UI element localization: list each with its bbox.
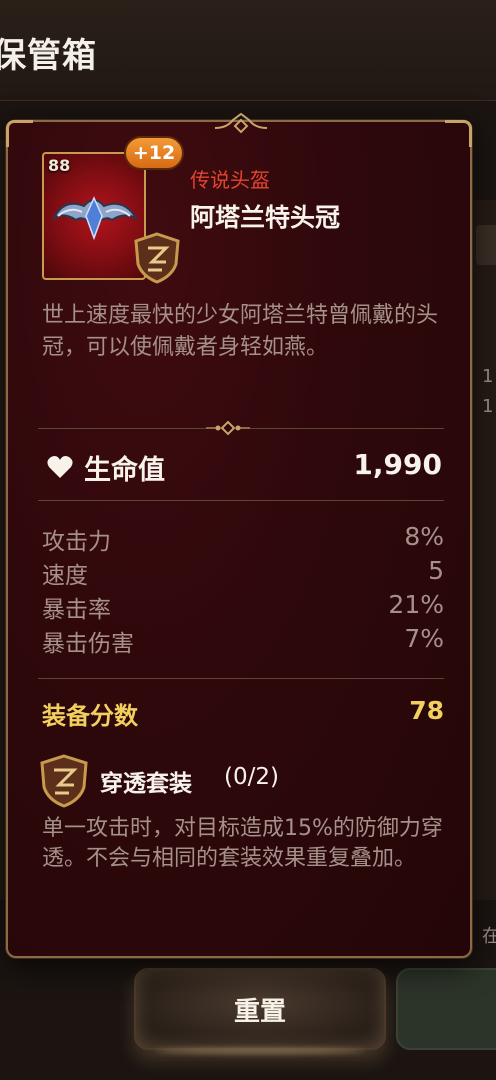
penetration-set-small-icon	[134, 232, 180, 284]
right-tab[interactable]	[476, 225, 496, 265]
gear-score-label: 装备分数	[42, 702, 138, 730]
sub-stats-list: 攻击力 8% 速度 5 暴击率 21% 暴击伤害 7%	[42, 522, 444, 658]
gear-score-row: 装备分数 78	[42, 696, 444, 732]
penetration-set-icon	[40, 754, 88, 808]
sub-stat-row: 速度 5	[42, 556, 444, 590]
corner-ornament	[445, 120, 472, 147]
heart-icon	[47, 456, 73, 478]
sub-stat-row: 攻击力 8%	[42, 522, 444, 556]
sub-stat-value: 21%	[388, 590, 444, 619]
gear-score-value: 78	[409, 696, 444, 725]
right-edge-text: 在	[482, 926, 496, 947]
sub-stat-row: 暴击伤害 7%	[42, 624, 444, 658]
top-ornament-icon	[214, 112, 268, 134]
sub-stat-label: 暴击率	[42, 597, 111, 623]
main-stat-label: 生命值	[84, 455, 165, 486]
sub-stat-row: 暴击率 21%	[42, 590, 444, 624]
storage-title: 保管箱	[0, 36, 97, 76]
item-description: 世上速度最快的少女阿塔兰特曾佩戴的头冠，可以使佩戴者身轻如燕。	[42, 303, 439, 360]
sub-stat-label: 速度	[42, 563, 88, 589]
enhancement-badge: +12	[124, 136, 184, 170]
set-effect-row: 穿透套装 (0/2)	[38, 754, 440, 808]
corner-ornament	[6, 120, 33, 147]
set-description: 单一攻击时，对目标造成15%的防御力穿透。不会与相同的套装效果重复叠加。	[42, 816, 443, 871]
reset-button[interactable]: 重置	[134, 968, 386, 1050]
main-stat-row: 生命值 1,990	[42, 446, 442, 486]
sub-stat-value: 7%	[404, 624, 444, 653]
right-edge-text: 1	[482, 366, 494, 387]
secondary-button[interactable]	[396, 968, 496, 1050]
reset-button-label: 重置	[233, 996, 286, 1027]
right-edge-text: 1	[482, 396, 494, 417]
storage-header: 保管箱	[0, 0, 496, 101]
divider-ornament-icon	[206, 420, 250, 436]
main-stat-value: 1,990	[353, 448, 442, 481]
right-inventory-panel	[470, 200, 496, 900]
sub-stat-value: 8%	[404, 522, 444, 551]
divider	[38, 500, 444, 501]
sub-stat-label: 暴击伤害	[42, 631, 134, 657]
item-grade: 传说头盔	[190, 168, 270, 192]
item-detail-card: 88 +12 传说头盔 阿塔兰特头冠 世上速度最快的少女阿塔兰特曾佩戴的头冠，可…	[6, 112, 472, 958]
divider	[38, 678, 444, 679]
set-count: (0/2)	[224, 764, 279, 790]
sub-stat-label: 攻击力	[42, 529, 111, 555]
tiara-icon	[51, 196, 139, 241]
item-name: 阿塔兰特头冠	[190, 203, 341, 232]
set-name: 穿透套装	[100, 771, 192, 797]
sub-stat-value: 5	[428, 556, 444, 585]
helmet-item-icon: 88	[42, 152, 146, 280]
